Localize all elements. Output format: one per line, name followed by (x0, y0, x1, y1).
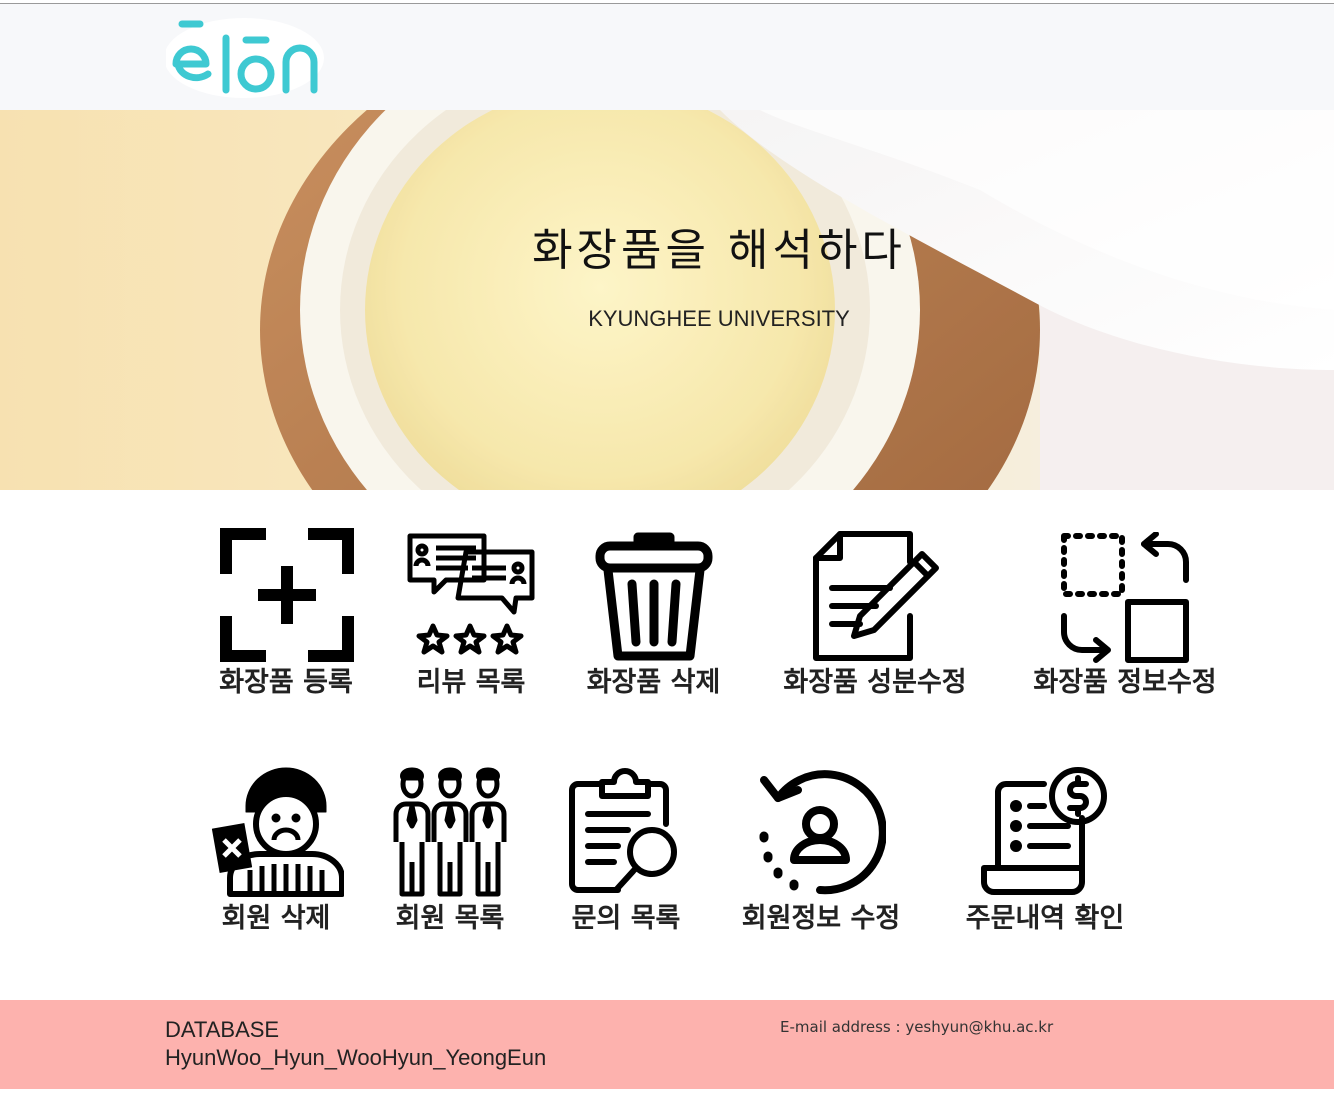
elon-logo[interactable] (164, 18, 326, 100)
footer-team-names: HyunWoo_Hyun_WooHyun_YeongEun (165, 1045, 547, 1070)
user-refresh-icon (759, 770, 886, 895)
add-frame-icon (220, 528, 354, 662)
menu-label: 화장품 성분수정 (783, 667, 967, 698)
menu-edit-ingredients[interactable]: 화장품 성분수정 (770, 528, 980, 698)
hero-subtitle: KYUNGHEE UNIVERSITY (588, 306, 850, 331)
site-footer: DATABASE HyunWoo_Hyun_WooHyun_YeongEun E… (0, 1000, 1334, 1089)
menu-edit-member[interactable]: 회원정보 수정 (726, 764, 916, 934)
trash-can-icon (595, 532, 713, 661)
user-reject-icon (211, 767, 344, 897)
document-edit-icon (813, 531, 939, 661)
logo-mark (164, 18, 324, 98)
menu-label: 회원 삭제 (221, 903, 331, 934)
menu-label: 화장품 등록 (219, 667, 353, 698)
menu-edit-info[interactable]: 화장품 정보수정 (1020, 528, 1230, 698)
menu-label: 회원 목록 (395, 903, 505, 934)
footer-title: DATABASE (165, 1017, 280, 1042)
swap-squares-icon (1061, 532, 1189, 663)
menu-delete-cosmetic[interactable]: 화장품 삭제 (576, 528, 731, 698)
menu-label: 화장품 정보수정 (1033, 667, 1217, 698)
footer-email: E-mail address : yeshyun@khu.ac.kr (780, 1018, 1054, 1036)
menu-register-cosmetic[interactable]: 화장품 등록 (206, 528, 366, 698)
site-header (0, 4, 1334, 110)
order-receipt-icon (981, 767, 1107, 895)
hero-banner: 화장품을 해석하다 KYUNGHEE UNIVERSITY (0, 110, 1334, 490)
menu-order-history[interactable]: 주문내역 확인 (950, 764, 1140, 934)
menu-label: 회원정보 수정 (741, 903, 901, 934)
menu-review-list[interactable]: 리뷰 목록 (396, 528, 546, 698)
menu-delete-member[interactable]: 회원 삭제 (206, 764, 346, 934)
menu-label: 화장품 삭제 (586, 667, 721, 698)
hero-title: 화장품을 해석하다 (532, 225, 906, 276)
menu-label: 리뷰 목록 (416, 667, 526, 698)
menu-member-list[interactable]: 회원 목록 (380, 764, 520, 934)
menu-label: 문의 목록 (571, 903, 681, 934)
clipboard-search-icon (569, 768, 677, 893)
menu-inquiry-list[interactable]: 문의 목록 (556, 764, 696, 934)
cushion-compact-image (0, 110, 1334, 490)
review-chat-stars-icon (407, 533, 535, 655)
menu-label: 주문내역 확인 (965, 903, 1125, 934)
user-group-icon (393, 767, 507, 897)
